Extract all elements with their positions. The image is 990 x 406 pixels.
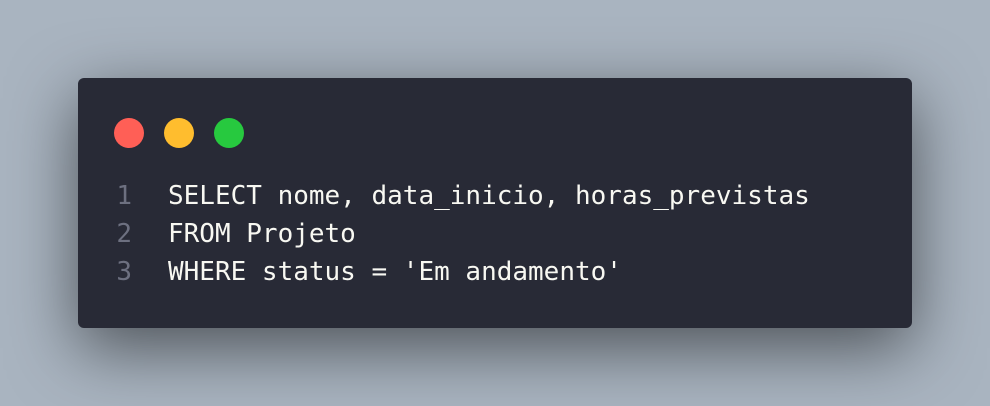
code-block: 1 SELECT nome, data_inicio, horas_previs… <box>78 177 912 291</box>
line-number: 3 <box>116 257 132 287</box>
maximize-dot-icon[interactable] <box>214 118 244 148</box>
code-text: WHERE status = 'Em andamento' <box>168 257 622 287</box>
window-controls <box>114 118 244 148</box>
line-number: 1 <box>116 181 132 211</box>
code-window: 1 SELECT nome, data_inicio, horas_previs… <box>78 78 912 328</box>
code-line: 2 FROM Projeto <box>78 215 912 253</box>
line-number: 2 <box>116 219 132 249</box>
code-text: FROM Projeto <box>168 219 356 249</box>
minimize-dot-icon[interactable] <box>164 118 194 148</box>
close-dot-icon[interactable] <box>114 118 144 148</box>
code-text: SELECT nome, data_inicio, horas_prevista… <box>168 181 810 211</box>
code-line: 3 WHERE status = 'Em andamento' <box>78 253 912 291</box>
code-line: 1 SELECT nome, data_inicio, horas_previs… <box>78 177 912 215</box>
